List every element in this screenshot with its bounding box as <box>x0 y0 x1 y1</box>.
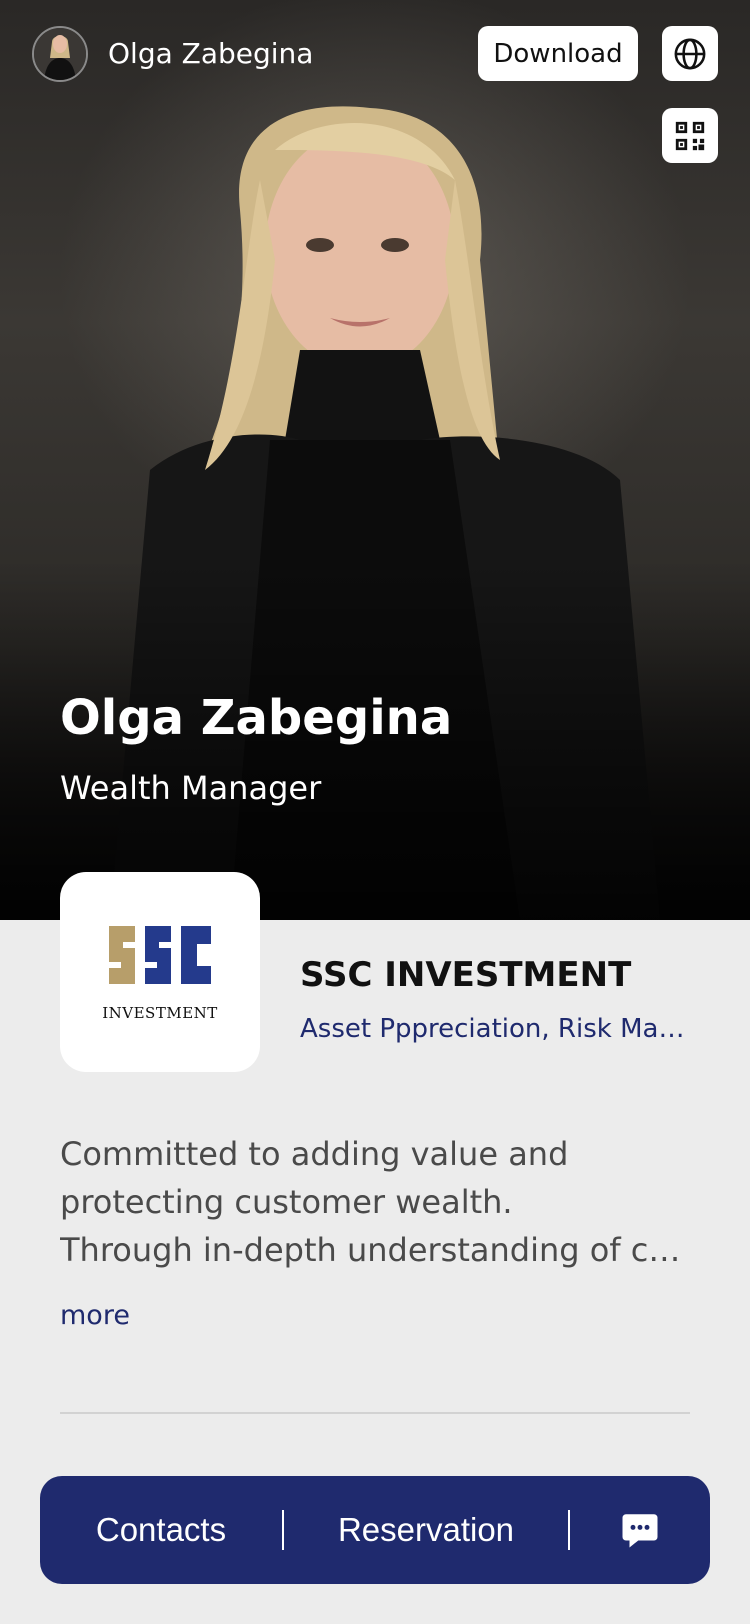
description-line: Through in-depth understanding of custom… <box>60 1231 690 1269</box>
reservation-button[interactable]: Reservation <box>284 1476 568 1584</box>
topbar-name: Olga Zabegina <box>108 37 314 70</box>
company-name: SSC INVESTMENT <box>300 955 632 995</box>
qr-code-icon <box>675 121 705 150</box>
chat-icon <box>622 1514 658 1548</box>
contacts-button[interactable]: Contacts <box>40 1476 282 1584</box>
profile-name: Olga Zabegina <box>60 690 453 746</box>
logo-subtext: INVESTMENT <box>102 1004 218 1022</box>
avatar[interactable] <box>32 26 88 82</box>
action-bar: Contacts Reservation <box>40 1476 710 1584</box>
profile-description: Committed to adding value and protecting… <box>60 1130 690 1274</box>
ssc-logo-mark <box>109 926 211 984</box>
download-button[interactable]: Download <box>478 26 638 81</box>
profile-job-title: Wealth Manager <box>60 769 322 807</box>
company-logo[interactable]: INVESTMENT <box>60 872 260 1072</box>
company-tags: Asset Pppreciation, Risk Management <box>300 1014 690 1044</box>
language-button[interactable] <box>662 26 718 81</box>
description-line: Committed to adding value and <box>60 1135 569 1173</box>
divider <box>60 1412 690 1414</box>
qr-code-button[interactable] <box>662 108 718 163</box>
chat-button[interactable] <box>570 1476 710 1584</box>
more-link[interactable]: more <box>60 1298 130 1334</box>
globe-icon <box>674 38 706 69</box>
description-line: protecting customer wealth. <box>60 1183 513 1221</box>
